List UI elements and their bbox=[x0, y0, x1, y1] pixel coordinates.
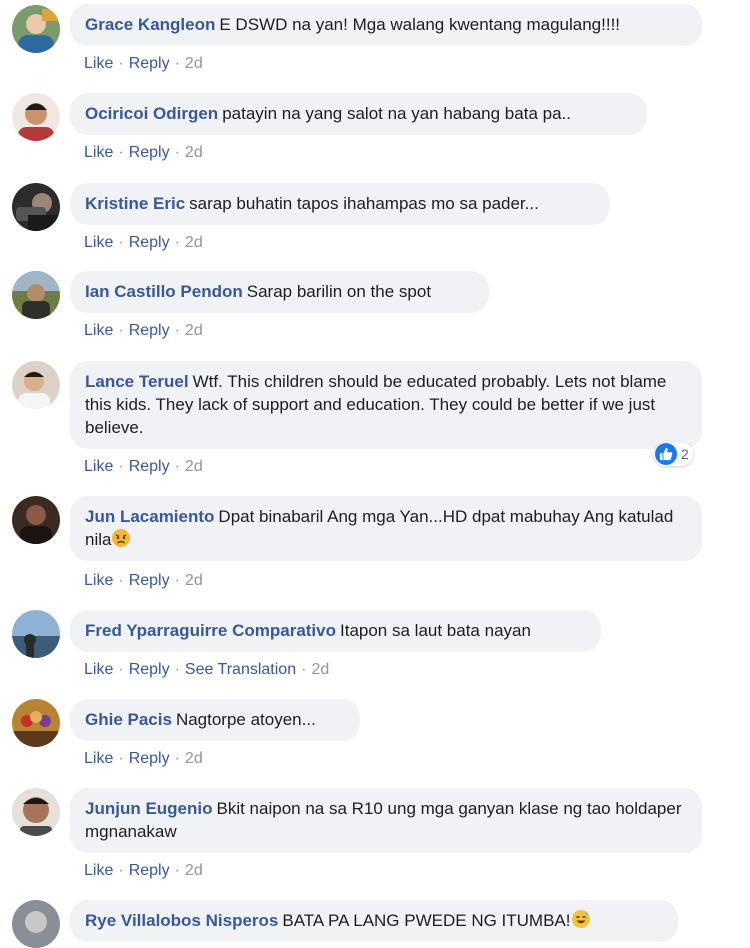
separator: · bbox=[118, 458, 124, 475]
separator: · bbox=[118, 144, 124, 161]
separator: · bbox=[118, 572, 124, 589]
comment-bubble: Jun Lacamiento Dpat binabaril Ang mga Yan… bbox=[70, 496, 702, 561]
separator: · bbox=[174, 234, 180, 251]
comment-text: Nagtorpe atoyen... bbox=[175, 710, 316, 729]
like-link[interactable]: Like bbox=[84, 862, 113, 879]
separator: · bbox=[174, 862, 180, 879]
reaction-summary[interactable]: 2 bbox=[654, 442, 693, 466]
angry-face-icon bbox=[111, 528, 131, 548]
comment-author[interactable]: Lance Teruel bbox=[85, 372, 189, 391]
avatar[interactable] bbox=[12, 271, 60, 319]
reply-link[interactable]: Reply bbox=[129, 234, 170, 251]
comment-author[interactable]: Grace Kangleon bbox=[85, 15, 215, 34]
comment-text: sarap buhatin tapos ihahampas mo sa pade… bbox=[189, 194, 539, 213]
comment-actions: Like · Reply · 2d bbox=[84, 322, 203, 340]
reply-link[interactable]: Reply bbox=[129, 144, 170, 161]
comment-author[interactable]: Junjun Eugenio bbox=[85, 799, 213, 818]
separator: · bbox=[118, 750, 124, 767]
comment-author[interactable]: Jun Lacamiento bbox=[85, 507, 214, 526]
avatar[interactable] bbox=[12, 361, 60, 409]
comment-time[interactable]: 2d bbox=[185, 458, 203, 475]
thumbs-up-icon bbox=[655, 443, 677, 465]
comment-text: E DSWD na yan! Mga walang kwentang magul… bbox=[219, 15, 621, 34]
comment-time[interactable]: 2d bbox=[311, 661, 329, 678]
comment-text: Itapon sa laut bata nayan bbox=[340, 621, 531, 640]
reply-link[interactable]: Reply bbox=[129, 750, 170, 767]
separator: · bbox=[174, 458, 180, 475]
sweat-smile-icon bbox=[571, 909, 591, 929]
comment-bubble: Grace Kangleon E DSWD na yan! Mga walang … bbox=[70, 4, 702, 46]
comment-time[interactable]: 2d bbox=[185, 144, 203, 161]
comment-bubble: Fred Yparraguirre Comparativo Itapon sa l… bbox=[70, 610, 601, 652]
separator: · bbox=[174, 55, 180, 72]
comment-bubble: Lance Teruel Wtf. This children should be… bbox=[70, 361, 702, 449]
comment-time[interactable]: 2d bbox=[185, 322, 203, 339]
separator: · bbox=[118, 862, 124, 879]
comment-time[interactable]: 2d bbox=[185, 55, 203, 72]
comment-author[interactable]: Kristine Eric bbox=[85, 194, 185, 213]
reply-link[interactable]: Reply bbox=[129, 458, 170, 475]
comment-actions: Like · Reply · See Translation · 2d bbox=[84, 661, 329, 679]
comment-bubble: Junjun Eugenio Bkit naipon na sa R10 ung … bbox=[70, 788, 702, 853]
avatar[interactable] bbox=[12, 610, 60, 658]
like-link[interactable]: Like bbox=[84, 144, 113, 161]
comment-actions: Like · Reply · 2d bbox=[84, 144, 203, 162]
comment-actions: Like · Reply · 2d bbox=[84, 750, 203, 768]
reply-link[interactable]: Reply bbox=[129, 661, 170, 678]
separator: · bbox=[118, 55, 124, 72]
comment-text: Sarap barilin on the spot bbox=[246, 282, 432, 301]
like-link[interactable]: Like bbox=[84, 55, 113, 72]
comment-text: patayin na yang salot na yan habang bata… bbox=[222, 104, 571, 123]
separator: · bbox=[118, 234, 124, 251]
comment-author[interactable]: Ghie Pacis bbox=[85, 710, 172, 729]
comment-time[interactable]: 2d bbox=[185, 862, 203, 879]
like-link[interactable]: Like bbox=[84, 458, 113, 475]
avatar[interactable] bbox=[12, 5, 60, 53]
comment-bubble: Kristine Eric sarap buhatin tapos ihahamp… bbox=[70, 183, 610, 225]
comment-bubble: Ian Castillo Pendon Sarap barilin on the … bbox=[70, 271, 489, 313]
separator: · bbox=[174, 322, 180, 339]
avatar[interactable] bbox=[12, 699, 60, 747]
avatar[interactable] bbox=[12, 183, 60, 231]
like-link[interactable]: Like bbox=[84, 750, 113, 767]
like-link[interactable]: Like bbox=[84, 661, 113, 678]
avatar[interactable] bbox=[12, 788, 60, 836]
comment-author[interactable]: Ociricoi Odirgen bbox=[85, 104, 218, 123]
separator: · bbox=[174, 572, 180, 589]
comment-author[interactable]: Fred Yparraguirre Comparativo bbox=[85, 621, 336, 640]
separator: · bbox=[118, 661, 124, 678]
comment-bubble: Ociricoi Odirgen patayin na yang salot na… bbox=[70, 93, 647, 135]
comment-actions: Like · Reply · 2d bbox=[84, 458, 203, 476]
comment-time[interactable]: 2d bbox=[185, 750, 203, 767]
separator: · bbox=[174, 661, 180, 678]
comment-text: BATA PA LANG PWEDE NG ITUMBA! bbox=[282, 911, 571, 930]
comment-bubble: Rye Villalobos Nisperos BATA PA LANG PWED… bbox=[70, 900, 678, 942]
separator: · bbox=[118, 322, 124, 339]
comment-bubble: Ghie Pacis Nagtorpe atoyen... bbox=[70, 699, 360, 741]
avatar[interactable] bbox=[12, 93, 60, 141]
reaction-count: 2 bbox=[681, 446, 689, 462]
reply-link[interactable]: Reply bbox=[129, 322, 170, 339]
see-translation-link[interactable]: See Translation bbox=[185, 661, 296, 678]
comment-author[interactable]: Rye Villalobos Nisperos bbox=[85, 911, 278, 930]
like-link[interactable]: Like bbox=[84, 322, 113, 339]
comment-author[interactable]: Ian Castillo Pendon bbox=[85, 282, 243, 301]
separator: · bbox=[174, 144, 180, 161]
avatar[interactable] bbox=[12, 496, 60, 544]
reply-link[interactable]: Reply bbox=[129, 572, 170, 589]
comment-actions: Like · Reply · 2d bbox=[84, 572, 203, 590]
comment-actions: Like · Reply · 2d bbox=[84, 234, 203, 252]
comment-actions: Like · Reply · 2d bbox=[84, 862, 203, 880]
reply-link[interactable]: Reply bbox=[129, 55, 170, 72]
comment-time[interactable]: 2d bbox=[185, 572, 203, 589]
like-link[interactable]: Like bbox=[84, 234, 113, 251]
avatar[interactable] bbox=[12, 900, 60, 948]
comment-time[interactable]: 2d bbox=[185, 234, 203, 251]
comment-actions: Like · Reply · 2d bbox=[84, 55, 203, 73]
separator: · bbox=[301, 661, 307, 678]
separator: · bbox=[174, 750, 180, 767]
like-link[interactable]: Like bbox=[84, 572, 113, 589]
reply-link[interactable]: Reply bbox=[129, 862, 170, 879]
